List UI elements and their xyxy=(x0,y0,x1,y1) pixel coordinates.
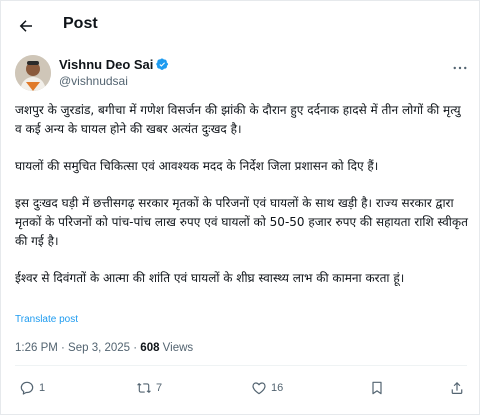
bookmark-button[interactable] xyxy=(369,377,385,399)
divider xyxy=(15,365,467,366)
views-label: Views xyxy=(159,342,194,354)
author-block: Vishnu Deo Sai @vishnudsai xyxy=(15,55,475,95)
avatar-image xyxy=(15,55,51,91)
tweet-paragraph: जशपुर के जुरडांड, बगीचा में गणेश विसर्जन… xyxy=(15,103,465,136)
arrow-left-icon xyxy=(19,20,32,32)
repost-count: 7 xyxy=(156,382,163,394)
post-header: Post xyxy=(1,1,479,49)
repost-button[interactable]: 7 xyxy=(136,377,162,399)
timestamp[interactable]: 1:26 PM · Sep 3, 2025 · xyxy=(15,342,140,354)
author-name-text: Vishnu Deo Sai xyxy=(59,57,154,72)
translate-link[interactable]: Translate post xyxy=(15,314,78,325)
page-title: Post xyxy=(63,15,98,32)
reply-icon xyxy=(20,381,34,395)
tweet-paragraph: घायलों की समुचित चिकित्सा एवं आवश्यक मदद… xyxy=(15,159,379,173)
verified-badge-icon xyxy=(156,58,169,70)
like-button[interactable]: 16 xyxy=(251,377,283,399)
views-count: 608 xyxy=(140,342,160,354)
more-icon xyxy=(453,66,467,70)
tweet-paragraph: ईश्वर से दिवंगतों के आत्मा की शांति एवं … xyxy=(15,271,405,285)
back-button[interactable] xyxy=(13,13,39,39)
tweet-paragraph: इस दुःखद घड़ी में छत्तीसगढ़ सरकार मृतकों… xyxy=(15,196,472,248)
more-button[interactable] xyxy=(451,59,469,77)
action-bar: 1 7 16 xyxy=(15,377,467,399)
post-meta: 1:26 PM · Sep 3, 2025 · 608 Views xyxy=(15,342,193,354)
author-handle[interactable]: @vishnudsai xyxy=(59,74,128,88)
like-count: 16 xyxy=(271,382,284,394)
heart-icon xyxy=(252,382,266,395)
bookmark-icon xyxy=(372,381,382,395)
post-page: Post Vishnu Deo Sai @vishnudsai जशपुर के… xyxy=(0,0,480,415)
reply-button[interactable]: 1 xyxy=(19,377,45,399)
share-icon xyxy=(451,382,463,394)
repost-icon xyxy=(137,383,151,393)
avatar[interactable] xyxy=(15,55,51,91)
tweet-text: जशपुर के जुरडांड, बगीचा में गणेश विसर्जन… xyxy=(15,101,471,292)
share-button[interactable] xyxy=(449,377,465,399)
author-name[interactable]: Vishnu Deo Sai xyxy=(59,57,169,72)
reply-count: 1 xyxy=(39,382,46,394)
